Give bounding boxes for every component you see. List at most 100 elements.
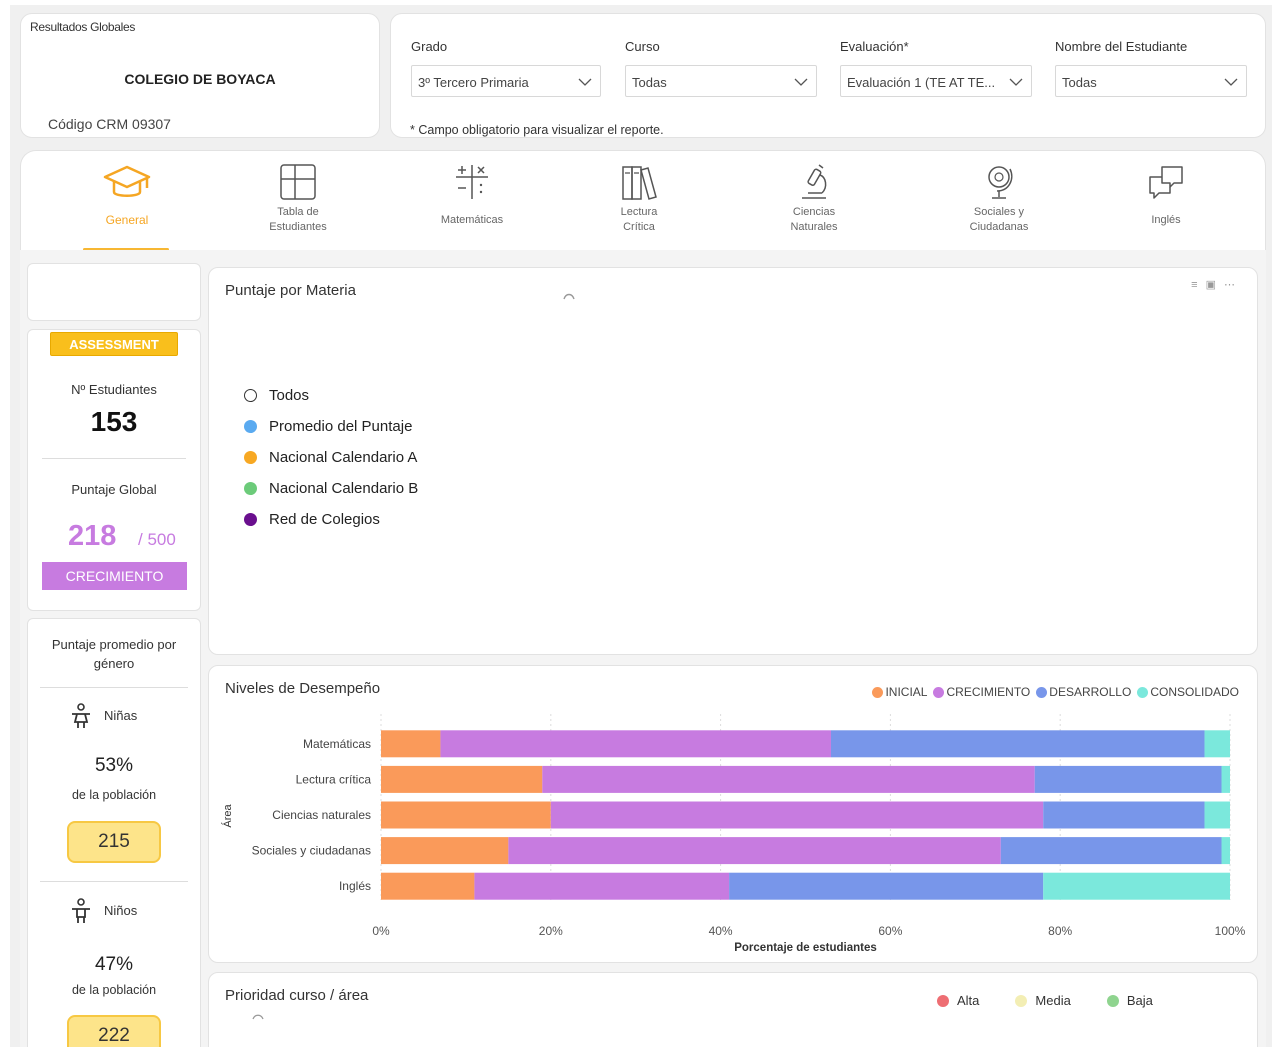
circle-outline-icon xyxy=(244,389,257,402)
legend-dot xyxy=(244,420,257,433)
tab-ingles[interactable]: Inglés xyxy=(1111,161,1221,228)
filter-label: Nombre del Estudiante xyxy=(1055,39,1188,54)
estudiante-dropdown[interactable]: Todas xyxy=(1055,65,1247,97)
boys-population-label: de la población xyxy=(71,983,157,997)
curso-dropdown[interactable]: Todas xyxy=(625,65,817,97)
chevron-down-icon xyxy=(1009,78,1023,86)
dropdown-value: Evaluación 1 (TE AT TE... xyxy=(847,75,996,90)
legend-dot xyxy=(244,482,257,495)
tab-tabla-estudiantes[interactable]: Tabla de Estudiantes xyxy=(243,161,353,235)
level-badge: CRECIMIENTO xyxy=(42,562,187,590)
filter-icon[interactable]: ≡ xyxy=(1191,279,1205,291)
dropdown-value: 3º Tercero Primaria xyxy=(418,75,529,90)
global-score-label: Puntaje Global xyxy=(71,482,157,497)
girls-score: 215 xyxy=(67,821,161,863)
tab-label: Ciencias Naturales xyxy=(790,206,838,233)
legend-label: Alta xyxy=(957,993,980,1008)
assessment-card: ASSESSMENT Nº Estudiantes 153 Puntaje Gl… xyxy=(27,329,201,611)
bar-segment xyxy=(440,730,831,758)
tab-label: Inglés xyxy=(1151,214,1181,226)
expand-icon[interactable]: ▣ xyxy=(1206,279,1224,291)
x-tick-label: 20% xyxy=(539,924,563,938)
puntaje-materia-legend: Todos Promedio del Puntaje Nacional Cale… xyxy=(244,380,418,535)
dropdown-value: Todas xyxy=(632,75,667,90)
students-label: Nº Estudiantes xyxy=(71,382,157,397)
legend-item[interactable]: Red de Colegios xyxy=(244,504,418,535)
category-label: Inglés xyxy=(339,879,371,893)
more-icon[interactable]: ⋯ xyxy=(1224,279,1243,291)
legend-item[interactable]: Baja xyxy=(1106,993,1153,1008)
bar-segment xyxy=(830,730,1205,758)
y-axis-title: Área xyxy=(221,804,234,828)
global-score-max: / 500 xyxy=(138,530,176,549)
tab-label: General xyxy=(105,213,149,227)
bar-segment xyxy=(1043,801,1205,829)
bar-segment xyxy=(729,872,1044,900)
legend-label: Nacional Calendario B xyxy=(269,480,419,497)
dashboard: Resultados Globales COLEGIO DE BOYACA Có… xyxy=(10,5,1272,1047)
prioridad-legend: Alta Media Baja xyxy=(937,993,1189,1008)
legend-label: Baja xyxy=(1126,993,1153,1008)
legend-dot xyxy=(244,451,257,464)
tab-general[interactable]: General xyxy=(72,161,182,251)
tab-matematicas[interactable]: Matemáticas xyxy=(417,161,527,228)
chevron-down-icon xyxy=(1224,78,1238,86)
report-title: Resultados Globales xyxy=(30,20,136,34)
category-label: Ciencias naturales xyxy=(272,808,371,822)
bar-segment xyxy=(1221,765,1230,793)
assessment-badge: ASSESSMENT xyxy=(50,332,178,356)
legend-item[interactable]: Alta xyxy=(937,993,979,1008)
x-tick-label: 0% xyxy=(372,924,390,938)
tab-label: Matemáticas xyxy=(440,214,504,226)
students-count: 153 xyxy=(90,406,138,437)
school-name: COLEGIO DE BOYACA xyxy=(124,71,276,87)
divider xyxy=(42,458,186,459)
filter-curso: Curso Todas xyxy=(625,39,817,97)
prioridad-card: Prioridad curso / área Alta Media Baja xyxy=(208,972,1258,1047)
bar-segment xyxy=(381,801,551,829)
category-label: Sociales y ciudadanas xyxy=(252,844,371,858)
bar-segment xyxy=(1000,837,1222,865)
microscope-icon xyxy=(802,164,827,199)
loading-icon xyxy=(252,1014,264,1020)
legend-item[interactable]: Media xyxy=(1015,993,1071,1008)
bar-segment xyxy=(1204,730,1230,758)
tab-sociales-ciudadanas[interactable]: Sociales y Ciudadanas xyxy=(944,161,1054,235)
x-tick-label: 60% xyxy=(878,924,902,938)
tab-lectura-critica[interactable]: Lectura Crítica xyxy=(584,161,694,235)
legend-item[interactable]: Nacional Calendario B xyxy=(244,473,418,504)
x-tick-label: 80% xyxy=(1048,924,1072,938)
legend-item[interactable]: Promedio del Puntaje xyxy=(244,411,418,442)
puntaje-materia-title: Puntaje por Materia xyxy=(225,282,356,299)
divider xyxy=(40,687,188,688)
evaluacion-dropdown[interactable]: Evaluación 1 (TE AT TE... xyxy=(840,65,1032,97)
dropdown-value: Todas xyxy=(1062,75,1097,90)
legend-label: Promedio del Puntaje xyxy=(269,418,413,435)
x-tick-label: 40% xyxy=(709,924,733,938)
tab-label: Lectura Crítica xyxy=(620,206,658,233)
niveles-card: Niveles de Desempeño INICIAL CRECIMIENTO D… xyxy=(208,665,1258,963)
legend-dot xyxy=(244,513,257,526)
legend-label: Todos xyxy=(269,387,310,404)
category-label: Lectura crítica xyxy=(296,772,372,786)
bar-segment xyxy=(381,837,509,865)
table-icon xyxy=(280,164,316,200)
legend-label: Media xyxy=(1035,993,1071,1008)
divider xyxy=(40,881,188,882)
gender-label-boys: Niños xyxy=(104,903,138,918)
bar-segment xyxy=(542,765,1035,793)
legend-dot xyxy=(1015,994,1028,1007)
required-note: * Campo obligatorio para visualizar el r… xyxy=(410,123,664,137)
chevron-down-icon xyxy=(794,78,808,86)
legend-item[interactable]: Todos xyxy=(244,380,418,411)
tab-ciencias-naturales[interactable]: Ciencias Naturales xyxy=(759,161,869,235)
bar-segment xyxy=(381,730,441,758)
category-label: Matemáticas xyxy=(303,737,371,751)
bar-segment xyxy=(474,872,730,900)
filter-evaluacion: Evaluación* Evaluación 1 (TE AT TE... xyxy=(840,39,1032,97)
grado-dropdown[interactable]: 3º Tercero Primaria xyxy=(411,65,601,97)
filter-estudiante: Nombre del Estudiante Todas xyxy=(1055,39,1247,97)
legend-item[interactable]: Nacional Calendario A xyxy=(244,442,418,473)
legend-label: Red de Colegios xyxy=(269,511,380,528)
x-tick-label: 100% xyxy=(1215,924,1246,938)
